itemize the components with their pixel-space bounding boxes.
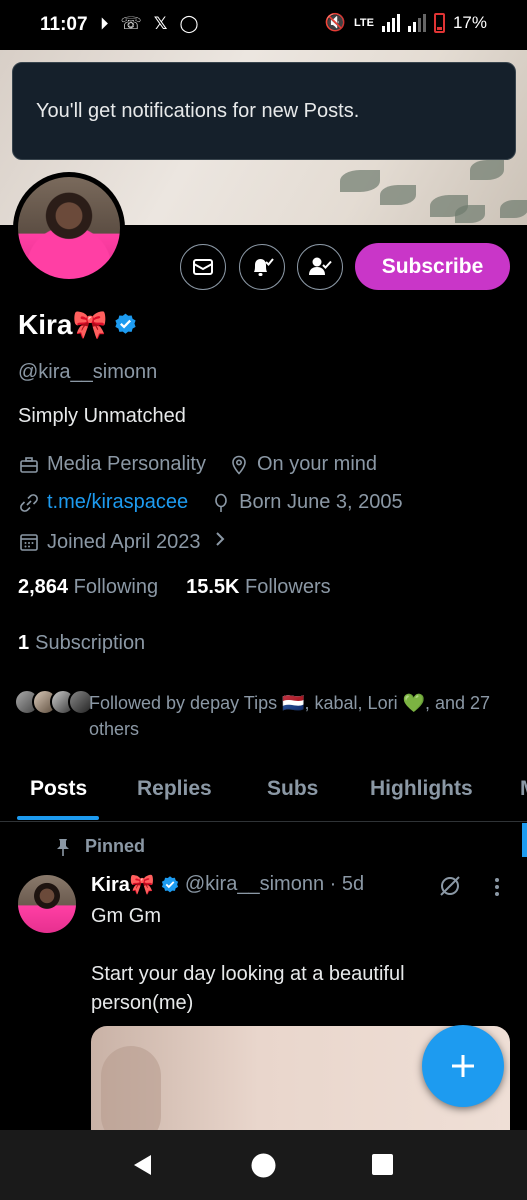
tab-replies[interactable]: Replies [137, 777, 212, 801]
subscribe-button[interactable]: Subscribe [355, 243, 510, 290]
link-icon [20, 493, 38, 512]
following-count: 2,864 [18, 576, 69, 598]
person-check-icon [309, 257, 332, 275]
pinned-label-row: Pinned [53, 836, 145, 857]
profile-meta-row: t.me/kiraspacee Born June 3, 2005 [18, 491, 403, 514]
home-icon[interactable] [251, 1153, 276, 1178]
post-text-line: person(me) [91, 992, 194, 1014]
signal2-icon [407, 14, 426, 32]
profile-tabs: Posts Replies Subs Highlights M [0, 760, 527, 822]
post-author-meta: @kira__simonn · 5d [184, 873, 365, 895]
subscription-label: Subscription [35, 632, 146, 654]
profile-avatar[interactable] [13, 172, 125, 284]
briefcase-icon [20, 456, 38, 473]
scroll-indicator [522, 823, 527, 857]
post-text-line: Gm Gm [91, 905, 161, 927]
follow-counts: 2,864 Following 15.5K Followers [18, 576, 331, 599]
location-pin-icon [232, 455, 246, 475]
more-options-icon[interactable] [491, 876, 503, 898]
tab-posts[interactable]: Posts [30, 777, 87, 801]
network-label: LTE [354, 17, 374, 29]
post-author-avatar[interactable] [18, 875, 76, 933]
followed-by-text[interactable]: Followed by depay Tips 🇳🇱, kabal, Lori 💚… [89, 690, 509, 742]
envelope-icon [193, 259, 213, 275]
banner-leaf [340, 170, 380, 192]
balloon-icon [215, 493, 227, 512]
post-author-name[interactable]: Kira🎀 [91, 872, 155, 897]
missed-call-icon: ☏ [120, 14, 142, 33]
toast-message: You'll get notifications for new Posts. [36, 100, 360, 122]
battery-icon [433, 13, 445, 33]
calendar-icon [20, 534, 38, 551]
profile-birthday: Born June 3, 2005 [239, 491, 403, 513]
profile-handle: @kira__simonn [18, 361, 158, 383]
signal-icon [381, 14, 400, 32]
post-text-line: Start your day looking at a beautiful [91, 963, 405, 985]
grok-icon[interactable] [437, 873, 463, 899]
screen-record-icon: ⏵ [100, 14, 109, 33]
active-tab-indicator [17, 816, 99, 820]
notification-toast[interactable]: You'll get notifications for new Posts. [12, 62, 516, 160]
profile-joined-row[interactable]: Joined April 2023 [18, 530, 226, 554]
tab-highlights[interactable]: Highlights [370, 777, 473, 801]
following-button[interactable] [297, 244, 343, 290]
chevron-right-icon [214, 530, 226, 554]
banner-leaf [500, 200, 527, 218]
notification-icons: ⏵ ☏ 𝕏 ◯ [100, 14, 199, 34]
message-button[interactable] [180, 244, 226, 290]
status-right: 🔇 LTE 17% [325, 13, 487, 33]
banner-leaf [380, 185, 416, 205]
battery-percent: 17% [452, 13, 487, 32]
followed-by-avatars[interactable] [14, 689, 94, 715]
verified-badge-icon [161, 875, 178, 892]
profile-name-row: Kira🎀 [18, 308, 138, 341]
notifications-button[interactable] [239, 244, 285, 290]
profile-category: Media Personality [47, 453, 206, 475]
post-header: Kira🎀 @kira__simonn · 5d [91, 872, 364, 897]
profile-meta-row: Media Personality On your mind [18, 453, 377, 476]
pinned-label: Pinned [85, 836, 146, 856]
compose-post-button[interactable] [422, 1025, 504, 1107]
bell-check-icon [254, 258, 274, 276]
plus-icon [452, 1055, 474, 1077]
profile-joined: Joined April 2023 [47, 530, 201, 553]
system-nav-bar [0, 1130, 527, 1200]
subscription-count: 1 [18, 632, 30, 654]
whatsapp-icon: ◯ [179, 14, 199, 33]
x-app-icon: 𝕏 [153, 14, 168, 33]
following-label: Following [73, 576, 159, 598]
profile-bio: Simply Unmatched [18, 405, 186, 427]
banner-leaf [470, 160, 504, 180]
banner-leaf [455, 205, 485, 223]
verified-badge-icon[interactable] [113, 312, 138, 337]
following-link[interactable]: 2,864 Following [18, 576, 158, 599]
followers-count: 15.5K [186, 576, 240, 598]
tab-subs[interactable]: Subs [267, 777, 318, 801]
followers-label: Followers [245, 576, 331, 598]
profile-location: On your mind [256, 453, 378, 475]
status-bar: 11:07 ⏵ ☏ 𝕏 ◯ 🔇 LTE 17% [0, 0, 527, 50]
back-icon[interactable] [131, 1153, 155, 1177]
subscriptions-link[interactable]: 1 Subscription [18, 632, 145, 655]
mute-icon: 🔇 [324, 13, 346, 32]
tab-media[interactable]: M [520, 777, 527, 801]
avatar-image [18, 177, 120, 279]
followers-link[interactable]: 15.5K Followers [186, 576, 331, 599]
pin-icon [57, 838, 69, 856]
profile-website-link[interactable]: t.me/kiraspacee [47, 491, 188, 514]
profile-name: Kira🎀 [18, 309, 108, 340]
status-time: 11:07 [40, 14, 88, 35]
recents-icon[interactable] [371, 1153, 394, 1176]
